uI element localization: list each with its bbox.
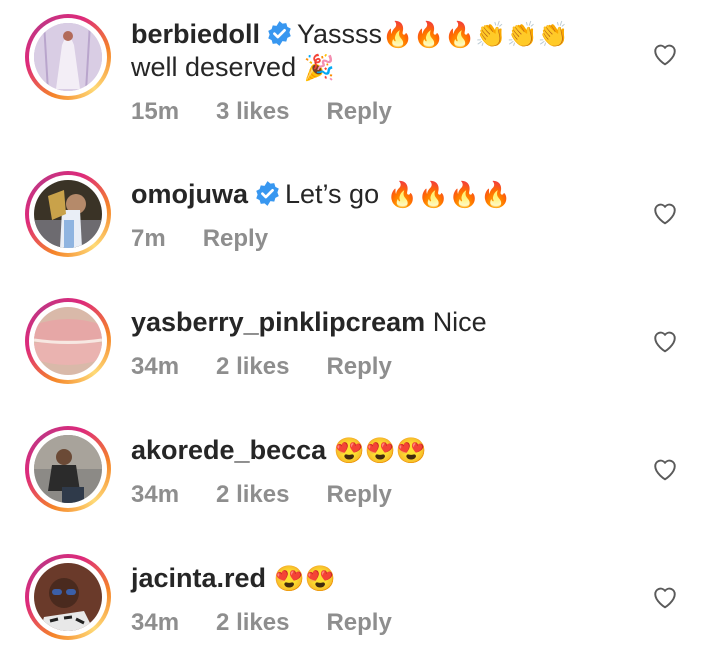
likes-count[interactable]: 2 likes bbox=[216, 609, 289, 636]
reply-button[interactable]: Reply bbox=[326, 609, 391, 636]
avatar[interactable] bbox=[25, 14, 111, 100]
avatar[interactable] bbox=[25, 171, 111, 257]
comment-emoji: 🔥🔥🔥🔥 bbox=[386, 181, 512, 209]
comment-time: 7m bbox=[131, 225, 166, 252]
avatar[interactable] bbox=[25, 298, 111, 384]
heart-outline-icon[interactable] bbox=[652, 457, 678, 481]
username[interactable]: berbiedoll bbox=[131, 19, 260, 49]
reply-button[interactable]: Reply bbox=[203, 225, 268, 252]
avatar[interactable] bbox=[25, 554, 111, 640]
reply-button[interactable]: Reply bbox=[326, 481, 391, 508]
avatar-image bbox=[34, 307, 102, 375]
comment-time: 34m bbox=[131, 353, 180, 380]
comment-line-1: jacinta.red 😍😍 bbox=[131, 562, 336, 595]
comment-emoji: 😍😍 bbox=[273, 565, 336, 593]
avatar-image bbox=[34, 180, 102, 248]
comment-meta: 34m 2 likes Reply bbox=[131, 353, 429, 381]
username[interactable]: yasberry_pinklipcream bbox=[131, 307, 425, 337]
verified-badge-icon bbox=[256, 181, 279, 206]
comment-emoji: 😍😍😍 bbox=[333, 437, 428, 465]
username[interactable]: omojuwa bbox=[131, 179, 248, 209]
avatar-image bbox=[34, 23, 102, 91]
avatar-image bbox=[34, 563, 102, 631]
comment-line-1: omojuwa Let’s go 🔥🔥🔥🔥 bbox=[131, 178, 511, 211]
comment-emoji: 🎉 bbox=[303, 54, 335, 82]
likes-count[interactable]: 2 likes bbox=[216, 481, 289, 508]
avatar-image bbox=[34, 435, 102, 503]
comment-text: well deserved bbox=[131, 52, 297, 82]
reply-button[interactable]: Reply bbox=[326, 98, 391, 125]
username[interactable]: akorede_becca bbox=[131, 435, 326, 465]
comment-time: 15m bbox=[131, 98, 180, 125]
heart-outline-icon[interactable] bbox=[652, 585, 678, 609]
avatar[interactable] bbox=[25, 426, 111, 512]
comment-meta: 34m 2 likes Reply bbox=[131, 609, 429, 637]
comment-time: 34m bbox=[131, 609, 180, 636]
comment-time: 34m bbox=[131, 481, 180, 508]
username[interactable]: jacinta.red bbox=[131, 563, 266, 593]
comment-emoji: 🔥🔥🔥👏👏👏 bbox=[382, 21, 569, 49]
comment-text: Yassss bbox=[297, 19, 383, 49]
comment-line-1: yasberry_pinklipcream Nice bbox=[131, 306, 487, 338]
comment-line-1: berbiedoll Yassss🔥🔥🔥👏👏👏 bbox=[131, 18, 569, 51]
comment-text: Let’s go bbox=[285, 179, 380, 209]
comment-line-1: akorede_becca 😍😍😍 bbox=[131, 434, 427, 467]
heart-outline-icon[interactable] bbox=[652, 201, 678, 225]
reply-button[interactable]: Reply bbox=[326, 353, 391, 380]
heart-outline-icon[interactable] bbox=[652, 42, 678, 66]
verified-badge-icon bbox=[268, 21, 291, 46]
comment-meta: 15m 3 likes Reply bbox=[131, 98, 429, 126]
comment-line-2: well deserved 🎉 bbox=[131, 51, 335, 84]
comment-text: Nice bbox=[432, 307, 487, 337]
likes-count[interactable]: 2 likes bbox=[216, 353, 289, 380]
comment-meta: 7m Reply bbox=[131, 225, 305, 253]
comment-meta: 34m 2 likes Reply bbox=[131, 481, 429, 509]
heart-outline-icon[interactable] bbox=[652, 329, 678, 353]
likes-count[interactable]: 3 likes bbox=[216, 98, 289, 125]
